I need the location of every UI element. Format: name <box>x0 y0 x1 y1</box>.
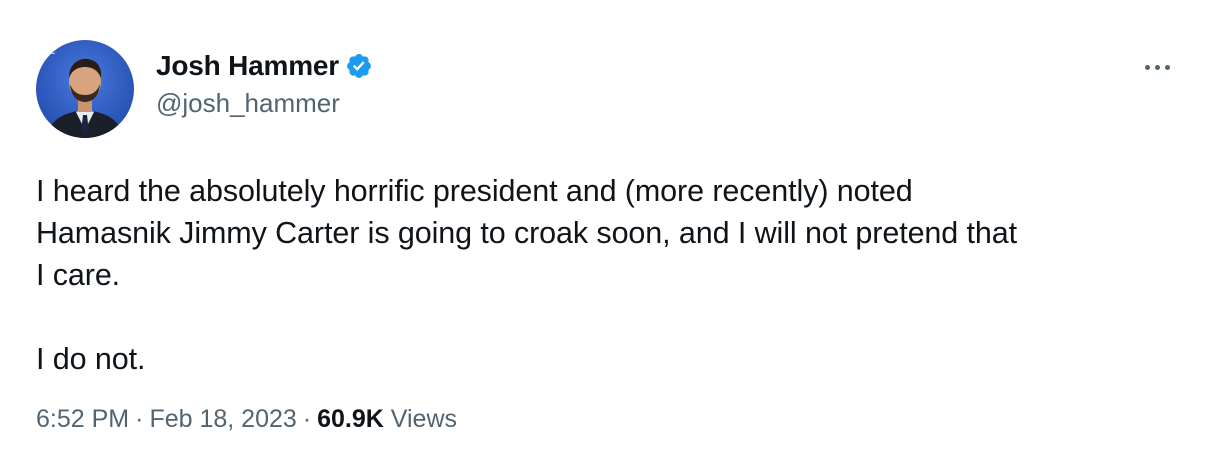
tweet-meta: 6:52 PM · Feb 18, 2023 · 60.9K Views <box>36 405 457 434</box>
meta-separator: · <box>302 405 312 433</box>
tweet-time[interactable]: 6:52 PM <box>36 405 129 433</box>
tweet-text: I heard the absolutely horrific presiden… <box>36 170 1186 380</box>
author-info: Josh Hammer @josh_hammer <box>156 48 373 119</box>
more-horizontal-icon[interactable] <box>1139 52 1175 82</box>
views-count[interactable]: 60.9K <box>317 405 384 433</box>
author-avatar[interactable]: AL <box>36 40 134 138</box>
avatar-badge-text: AL <box>42 46 55 57</box>
name-row: Josh Hammer <box>156 48 373 84</box>
tweet-text-line: I do not. <box>36 342 146 376</box>
meta-separator: · <box>135 405 144 433</box>
tweet-text-line: I care. <box>36 258 121 292</box>
tweet-card: AL Josh Hammer @josh_hammer I heard the … <box>0 0 1215 471</box>
verified-badge-icon[interactable] <box>345 52 373 80</box>
author-display-name[interactable]: Josh Hammer <box>156 50 339 82</box>
tweet-text-line: I heard the absolutely horrific presiden… <box>36 174 913 208</box>
more-dot <box>1164 64 1170 70</box>
more-dot <box>1154 64 1160 70</box>
views-label[interactable]: Views <box>391 405 457 433</box>
avatar-image: AL <box>36 40 134 138</box>
author-handle[interactable]: @josh_hammer <box>156 88 373 119</box>
tweet-text-line: Hamasnik Jimmy Carter is going to croak … <box>36 216 1018 250</box>
tweet-date[interactable]: Feb 18, 2023 <box>149 405 296 433</box>
more-dot <box>1144 64 1150 70</box>
